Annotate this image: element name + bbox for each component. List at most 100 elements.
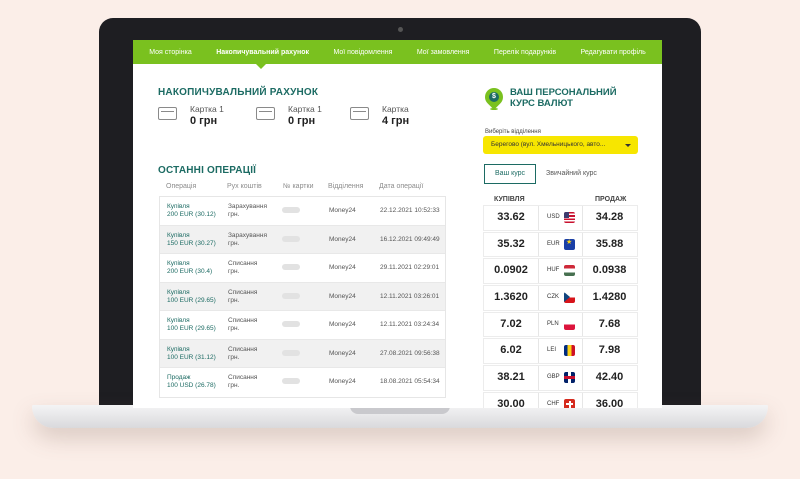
operation-amount: 100 USD (26.78) <box>167 382 216 389</box>
divider <box>538 366 539 390</box>
operation-date: 16.12.2021 09:49:49 <box>380 235 440 243</box>
card-item[interactable]: Картка 1 0 грн <box>158 103 248 129</box>
buy-rate: 35.32 <box>497 237 525 250</box>
tab-regular-rate[interactable]: Звичайний курс <box>546 164 597 184</box>
rate-row: 6.02 LEI 7.98 <box>484 339 637 363</box>
table-row: Купівля 200 EUR (30.4) Списання грн. Money24… <box>160 254 445 283</box>
operations-title: ОСТАННІ ОПЕРАЦІЇ <box>158 165 257 176</box>
nav-gifts[interactable]: Перелік подарунків <box>494 49 556 56</box>
operation-type: Купівля 100 EUR (29.65) <box>167 317 216 333</box>
card-number-masked <box>282 292 300 299</box>
divider <box>538 392 539 408</box>
nav-edit-profile[interactable]: Редагувати профіль <box>581 49 646 56</box>
card-icon <box>158 107 177 120</box>
divider <box>538 259 539 283</box>
rate-row: 38.21 GBP 42.40 <box>484 366 637 390</box>
card-icon <box>256 107 275 120</box>
funds-flow: Списання грн. <box>228 346 257 362</box>
card-number-masked <box>282 321 300 327</box>
funds-flow: Списання грн. <box>228 260 257 276</box>
card-number-masked <box>282 264 300 270</box>
table-row: Купівля 100 EUR (29.65) Списання грн. Money2… <box>160 282 445 311</box>
tab-personal-rate[interactable]: Ваш курс <box>484 164 536 184</box>
sell-rate: 36.00 <box>595 397 624 408</box>
currency-code: LEI <box>547 347 557 354</box>
operation-kind: Купівля <box>167 345 190 353</box>
operation-kind: Купівля <box>167 288 190 296</box>
branch-name: Money24 <box>329 378 356 385</box>
flow-kind: Списання <box>228 374 258 381</box>
column-card-number: № картки <box>283 183 314 190</box>
flow-amount: грн. <box>228 211 240 218</box>
sell-rate: 34.28 <box>595 211 624 223</box>
operation-date: 29.11.2021 02:29:01 <box>380 264 440 271</box>
operation-type: Купівля 200 EUR (30.4) <box>167 260 212 276</box>
currency-code: PLN <box>547 320 559 327</box>
operation-kind: Купівля <box>167 203 190 210</box>
rate-row: 1.3620 CZK 1.4280 <box>484 286 637 310</box>
buy-rate: 7.02 <box>500 317 522 330</box>
flow-amount: грн. <box>228 325 240 332</box>
rate-row: 7.02 PLN 7.68 <box>484 312 637 337</box>
operation-date: 12.11.2021 03:26:01 <box>380 292 440 300</box>
currency-code: CZK <box>547 294 559 301</box>
column-date: Дата операції <box>379 183 424 190</box>
rates-title: ВАШ ПЕРСОНАЛЬНИЙ КУРС ВАЛЮТ <box>510 87 617 109</box>
sell-rate: 1.4280 <box>592 291 627 304</box>
swiss-flag-icon <box>564 398 575 408</box>
operation-amount: 200 EUR (30.4) <box>167 268 213 275</box>
operation-kind: Купівля <box>167 231 190 239</box>
top-nav: Моя сторінка Накопичувальний рахунок Мої… <box>133 40 662 64</box>
nav-messages[interactable]: Мої повідомлення <box>333 49 392 56</box>
sell-rate: 7.68 <box>598 317 621 330</box>
sell-rate: 35.88 <box>595 237 624 250</box>
operation-date: 18.08.2021 05:54:34 <box>380 378 440 385</box>
divider <box>538 312 539 337</box>
card-balance: 0 грн <box>288 115 316 127</box>
column-flow: Рух коштів <box>227 183 262 190</box>
column-branch: Відділення <box>328 183 364 190</box>
divider <box>538 206 539 230</box>
branch-select[interactable]: Берегово (вул. Хмельницького, авто... <box>483 136 638 154</box>
operation-type: Купівля 150 EUR (30.27) <box>167 232 216 248</box>
rate-row: 0.0902 HUF 0.0938 <box>484 259 637 283</box>
operation-amount: 100 EUR (29.65) <box>167 325 216 332</box>
branch-name: Money24 <box>329 292 356 300</box>
sell-rate: 0.0938 <box>592 264 627 277</box>
poland-flag-icon <box>564 318 575 330</box>
funds-flow: Зарахування грн. <box>228 203 267 219</box>
nav-accumulation-account[interactable]: Накопичувальний рахунок <box>216 49 309 56</box>
flow-kind: Списання <box>228 288 258 296</box>
pin-shadow <box>490 108 498 110</box>
chevron-down-icon <box>625 144 631 147</box>
currency-code: CHF <box>547 400 560 407</box>
buy-rate: 30.00 <box>497 397 525 408</box>
uk-flag-icon <box>564 372 575 384</box>
flow-kind: Списання <box>228 345 258 353</box>
operations-table: Купівля 200 EUR (30.12) Зарахування грн. Mon… <box>159 196 446 398</box>
operation-amount: 200 EUR (30.12) <box>167 211 216 218</box>
card-icon <box>350 107 369 120</box>
flow-kind: Зарахування <box>228 203 267 210</box>
operation-date: 27.08.2021 09:56:38 <box>380 349 440 357</box>
card-label: Картка 1 <box>190 104 224 114</box>
operation-type: Купівля 100 EUR (31.12) <box>167 346 216 362</box>
nav-my-page[interactable]: Моя сторінка <box>149 49 191 56</box>
operation-amount: 100 EUR (29.65) <box>167 296 216 304</box>
card-balance: 4 грн <box>382 115 410 127</box>
operation-type: Купівля 100 EUR (29.65) <box>167 289 216 305</box>
flow-amount: грн. <box>228 382 240 389</box>
operation-amount: 100 EUR (31.12) <box>167 353 216 361</box>
eu-flag-icon <box>564 238 575 250</box>
buy-rate: 6.02 <box>500 344 522 357</box>
nav-orders[interactable]: Мої замовлення <box>417 49 470 56</box>
buy-rate: 1.3620 <box>494 291 528 304</box>
flow-amount: грн. <box>228 239 240 247</box>
sell-rate: 7.98 <box>598 344 621 357</box>
card-item[interactable]: Картка 4 грн <box>350 103 440 129</box>
currency-code: GBP <box>547 374 560 381</box>
flow-kind: Списання <box>228 317 258 324</box>
flow-kind: Зарахування <box>228 231 267 239</box>
card-item[interactable]: Картка 1 0 грн <box>256 103 346 129</box>
divider <box>538 286 539 310</box>
